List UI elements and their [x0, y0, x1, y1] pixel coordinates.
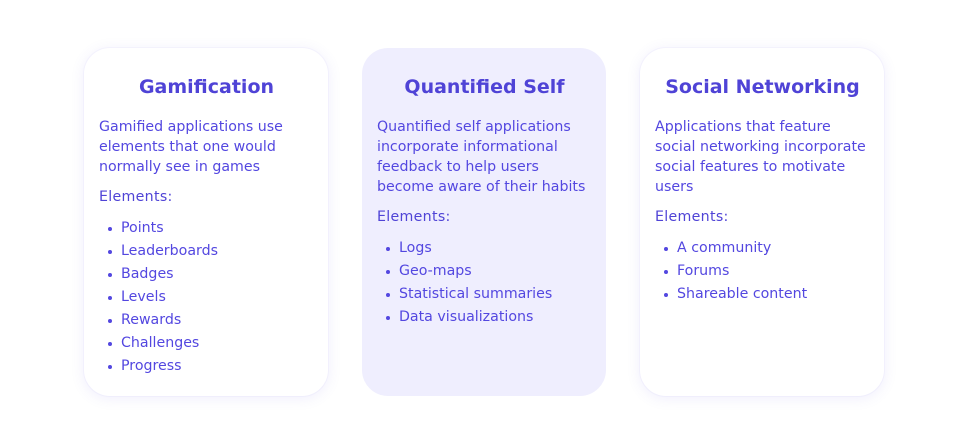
- list-item: Forums: [655, 260, 870, 283]
- list-item-label: Statistical summaries: [399, 286, 553, 302]
- bullet-icon: [108, 365, 112, 369]
- list-item-label: Shareable content: [677, 286, 808, 302]
- bullet-icon: [664, 293, 668, 297]
- card-social-networking: Social Networking Applications that feat…: [640, 48, 884, 396]
- card-title: Gamification: [138, 76, 275, 98]
- elements-label: Elements:: [99, 189, 173, 205]
- bullet-icon: [386, 247, 390, 251]
- list-item-label: Badges: [121, 266, 174, 282]
- list-item-label: Logs: [399, 240, 432, 256]
- list-item-label: Levels: [121, 289, 166, 305]
- list-item: Rewards: [99, 309, 314, 332]
- list-item-label: Geo-maps: [399, 263, 472, 279]
- bullet-icon: [108, 319, 112, 323]
- list-item: Levels: [99, 286, 314, 309]
- bullet-icon: [664, 270, 668, 274]
- bullet-icon: [108, 342, 112, 346]
- bullet-icon: [108, 250, 112, 254]
- bullet-icon: [386, 293, 390, 297]
- bullet-icon: [664, 247, 668, 251]
- list-item: Logs: [377, 237, 592, 260]
- list-item-label: Rewards: [121, 312, 182, 328]
- list-item-label: Challenges: [121, 335, 200, 351]
- list-item: Points: [99, 217, 314, 240]
- bullet-icon: [386, 270, 390, 274]
- elements-list: A community Forums Shareable content: [655, 237, 870, 306]
- card-quantified-self: Quantified Self Quantified self applicat…: [362, 48, 606, 396]
- list-item-label: Leaderboards: [121, 243, 219, 259]
- bullet-icon: [386, 316, 390, 320]
- bullet-icon: [108, 296, 112, 300]
- list-item: Shareable content: [655, 283, 870, 306]
- list-item-label: Progress: [121, 358, 182, 374]
- elements-list: Points Leaderboards Badges Levels Reward…: [99, 217, 314, 378]
- elements-label: Elements:: [377, 209, 451, 225]
- elements-list: Logs Geo-maps Statistical summaries Data…: [377, 237, 592, 329]
- list-item: Data visualizations: [377, 306, 592, 329]
- list-item-label: Forums: [677, 263, 730, 279]
- list-item-label: Points: [121, 220, 164, 236]
- list-item-label: A community: [677, 240, 772, 256]
- list-item-label: Data visualizations: [399, 309, 534, 325]
- elements-label: Elements:: [655, 209, 729, 225]
- card-gamification: Gamification Gamified applications use e…: [84, 48, 328, 396]
- list-item: Progress: [99, 355, 314, 378]
- list-item: Geo-maps: [377, 260, 592, 283]
- list-item: Challenges: [99, 332, 314, 355]
- list-item: A community: [655, 237, 870, 260]
- bullet-icon: [108, 227, 112, 231]
- card-title: Social Networking: [665, 76, 860, 98]
- card-description: Applications that feature social network…: [655, 119, 866, 195]
- card-title: Quantified Self: [404, 76, 565, 98]
- list-item: Leaderboards: [99, 240, 314, 263]
- card-description: Quantified self applications incorporate…: [377, 119, 586, 195]
- card-description: Gamified applications use elements that …: [99, 119, 283, 175]
- bullet-icon: [108, 273, 112, 277]
- list-item: Statistical summaries: [377, 283, 592, 306]
- list-item: Badges: [99, 263, 314, 286]
